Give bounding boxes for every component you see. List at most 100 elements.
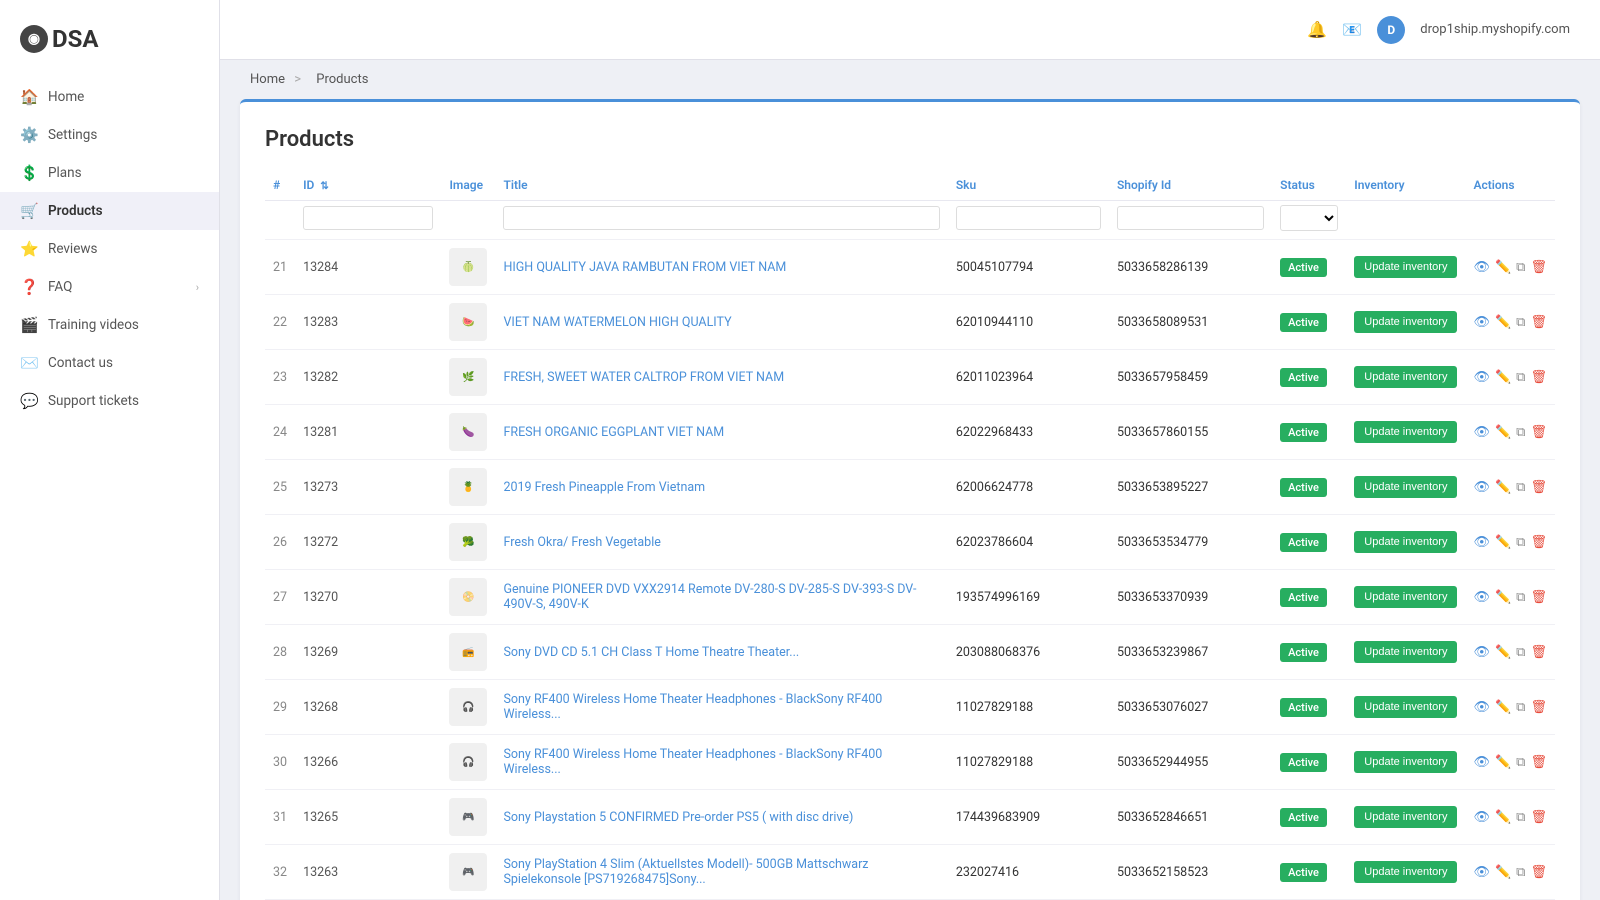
edit-icon[interactable]: ✏️ <box>1495 425 1511 440</box>
product-title-link[interactable]: VIET NAM WATERMELON HIGH QUALITY <box>503 315 731 330</box>
delete-icon[interactable]: 🗑 <box>1530 590 1547 605</box>
sidebar-item-faq[interactable]: ❓FAQ› <box>0 268 219 306</box>
view-icon[interactable]: 👁 <box>1473 700 1490 715</box>
edit-icon[interactable]: ✏️ <box>1495 590 1511 605</box>
copy-icon[interactable]: ⧉ <box>1516 370 1525 385</box>
sidebar-collapse-btn[interactable]: › <box>196 281 199 294</box>
copy-icon[interactable]: ⧉ <box>1516 810 1525 825</box>
copy-icon[interactable]: ⧉ <box>1516 480 1525 495</box>
product-title-link[interactable]: FRESH, SWEET WATER CALTROP FROM VIET NAM <box>503 370 784 385</box>
delete-icon[interactable]: 🗑 <box>1530 810 1547 825</box>
product-title-link[interactable]: Sony PlayStation 4 Slim (Aktuellstes Mod… <box>503 857 868 887</box>
col-id[interactable]: ID ⇅ <box>295 170 441 201</box>
filter-title-input[interactable] <box>503 206 939 230</box>
copy-icon[interactable]: ⧉ <box>1516 425 1525 440</box>
delete-icon[interactable]: 🗑 <box>1530 535 1547 550</box>
filter-id-input[interactable] <box>303 206 433 230</box>
view-icon[interactable]: 👁 <box>1473 810 1490 825</box>
filter-shopify-input[interactable] <box>1117 206 1264 230</box>
sort-icon: ⇅ <box>320 181 328 192</box>
product-title-link[interactable]: HIGH QUALITY JAVA RAMBUTAN FROM VIET NAM <box>503 260 786 275</box>
notification-icon[interactable]: 🔔 <box>1307 20 1327 39</box>
sidebar-item-products[interactable]: 🛒Products <box>0 192 219 230</box>
edit-icon[interactable]: ✏️ <box>1495 700 1511 715</box>
edit-icon[interactable]: ✏️ <box>1495 370 1511 385</box>
update-inventory-button[interactable]: Update inventory <box>1354 476 1457 498</box>
view-icon[interactable]: 👁 <box>1473 315 1490 330</box>
product-title-link[interactable]: 2019 Fresh Pineapple From Vietnam <box>503 480 705 495</box>
view-icon[interactable]: 👁 <box>1473 590 1490 605</box>
view-icon[interactable]: 👁 <box>1473 535 1490 550</box>
update-inventory-button[interactable]: Update inventory <box>1354 696 1457 718</box>
edit-icon[interactable]: ✏️ <box>1495 535 1511 550</box>
product-title-link[interactable]: Fresh Okra/ Fresh Vegetable <box>503 535 660 550</box>
view-icon[interactable]: 👁 <box>1473 755 1490 770</box>
view-icon[interactable]: 👁 <box>1473 260 1490 275</box>
delete-icon[interactable]: 🗑 <box>1530 480 1547 495</box>
update-inventory-button[interactable]: Update inventory <box>1354 586 1457 608</box>
update-inventory-button[interactable]: Update inventory <box>1354 751 1457 773</box>
row-inventory: Update inventory <box>1346 790 1465 845</box>
view-icon[interactable]: 👁 <box>1473 425 1490 440</box>
row-actions: 👁 ✏️ ⧉ 🗑 <box>1465 845 1555 900</box>
update-inventory-button[interactable]: Update inventory <box>1354 256 1457 278</box>
row-shopify-id: 5033657958459 <box>1109 350 1272 405</box>
breadcrumb-home[interactable]: Home <box>250 72 285 87</box>
sidebar-item-home[interactable]: 🏠Home <box>0 78 219 116</box>
update-inventory-button[interactable]: Update inventory <box>1354 366 1457 388</box>
product-title-link[interactable]: Sony DVD CD 5.1 CH Class T Home Theatre … <box>503 645 799 660</box>
sidebar-item-training-videos[interactable]: 🎬Training videos <box>0 306 219 344</box>
update-inventory-button[interactable]: Update inventory <box>1354 311 1457 333</box>
sidebar-item-reviews[interactable]: ⭐Reviews <box>0 230 219 268</box>
delete-icon[interactable]: 🗑 <box>1530 865 1547 880</box>
edit-icon[interactable]: ✏️ <box>1495 810 1511 825</box>
row-sku: 174439683909 <box>948 790 1109 845</box>
view-icon[interactable]: 👁 <box>1473 370 1490 385</box>
copy-icon[interactable]: ⧉ <box>1516 755 1525 770</box>
delete-icon[interactable]: 🗑 <box>1530 315 1547 330</box>
copy-icon[interactable]: ⧉ <box>1516 865 1525 880</box>
view-icon[interactable]: 👁 <box>1473 865 1490 880</box>
edit-icon[interactable]: ✏️ <box>1495 645 1511 660</box>
delete-icon[interactable]: 🗑 <box>1530 260 1547 275</box>
action-icons: 👁 ✏️ ⧉ 🗑 <box>1473 425 1547 440</box>
status-badge: Active <box>1280 753 1327 772</box>
view-icon[interactable]: 👁 <box>1473 645 1490 660</box>
product-title-link[interactable]: Genuine PIONEER DVD VXX2914 Remote DV-28… <box>503 582 916 612</box>
update-inventory-button[interactable]: Update inventory <box>1354 421 1457 443</box>
product-title-link[interactable]: Sony RF400 Wireless Home Theater Headpho… <box>503 747 882 777</box>
copy-icon[interactable]: ⧉ <box>1516 535 1525 550</box>
copy-icon[interactable]: ⧉ <box>1516 645 1525 660</box>
delete-icon[interactable]: 🗑 <box>1530 700 1547 715</box>
edit-icon[interactable]: ✏️ <box>1495 315 1511 330</box>
sidebar-item-plans[interactable]: 💲Plans <box>0 154 219 192</box>
copy-icon[interactable]: ⧉ <box>1516 315 1525 330</box>
update-inventory-button[interactable]: Update inventory <box>1354 861 1457 883</box>
edit-icon[interactable]: ✏️ <box>1495 755 1511 770</box>
sidebar-item-support-tickets[interactable]: 💬Support tickets <box>0 382 219 420</box>
view-icon[interactable]: 👁 <box>1473 480 1490 495</box>
edit-icon[interactable]: ✏️ <box>1495 260 1511 275</box>
sidebar-item-settings[interactable]: ⚙️Settings <box>0 116 219 154</box>
delete-icon[interactable]: 🗑 <box>1530 370 1547 385</box>
update-inventory-button[interactable]: Update inventory <box>1354 641 1457 663</box>
product-title-link[interactable]: Sony RF400 Wireless Home Theater Headpho… <box>503 692 882 722</box>
edit-icon[interactable]: ✏️ <box>1495 865 1511 880</box>
product-title-link[interactable]: Sony Playstation 5 CONFIRMED Pre-order P… <box>503 810 853 825</box>
delete-icon[interactable]: 🗑 <box>1530 755 1547 770</box>
delete-icon[interactable]: 🗑 <box>1530 645 1547 660</box>
filter-sku-input[interactable] <box>956 206 1101 230</box>
product-title-link[interactable]: FRESH ORGANIC EGGPLANT VIET NAM <box>503 425 724 440</box>
update-inventory-button[interactable]: Update inventory <box>1354 531 1457 553</box>
product-image: 🍈 <box>449 248 487 286</box>
filter-status-select[interactable]: Active <box>1280 205 1338 231</box>
update-inventory-button[interactable]: Update inventory <box>1354 806 1457 828</box>
delete-icon[interactable]: 🗑 <box>1530 425 1547 440</box>
sidebar-item-contact-us[interactable]: ✉️Contact us <box>0 344 219 382</box>
copy-icon[interactable]: ⧉ <box>1516 700 1525 715</box>
messages-icon[interactable]: 📧 <box>1342 20 1362 39</box>
row-status: Active <box>1272 845 1346 900</box>
copy-icon[interactable]: ⧉ <box>1516 260 1525 275</box>
copy-icon[interactable]: ⧉ <box>1516 590 1525 605</box>
edit-icon[interactable]: ✏️ <box>1495 480 1511 495</box>
